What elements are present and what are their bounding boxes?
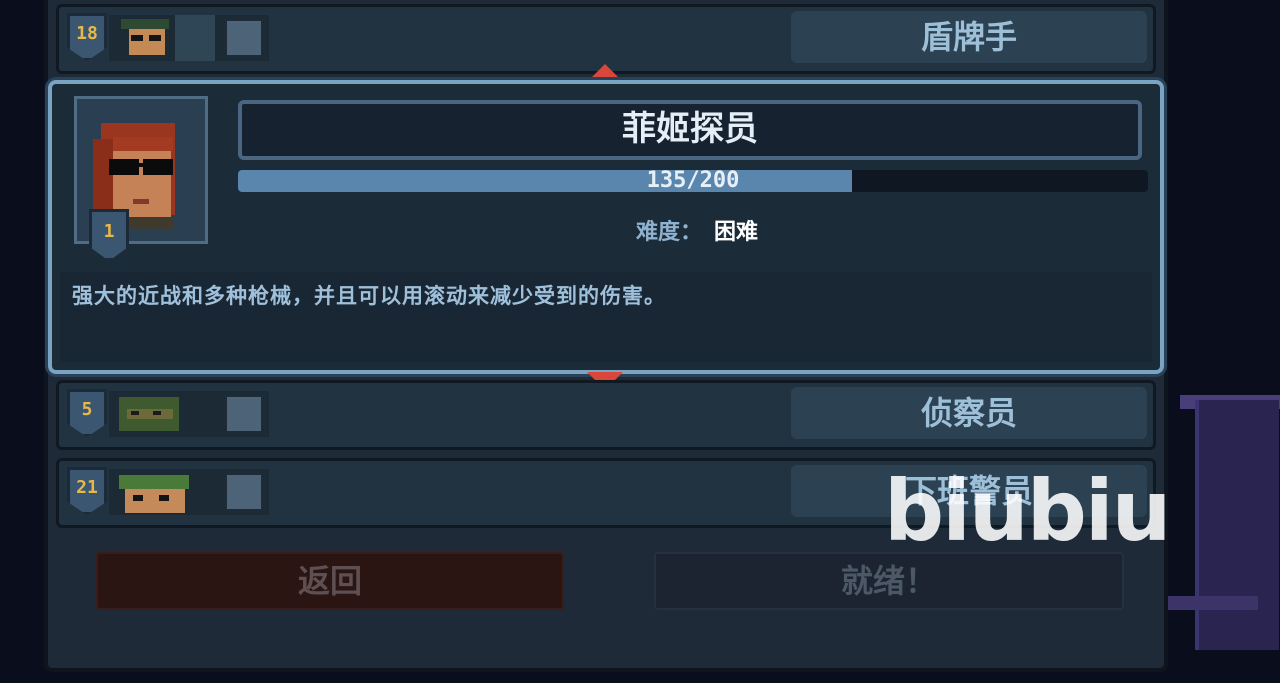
- character-description: 强大的近战和多种枪械，并且可以用滚动来减少受到的伤害。: [72, 284, 666, 308]
- portrait-tile: [225, 395, 263, 433]
- experience-bar: 135/200: [238, 170, 1148, 192]
- ready-button[interactable]: 就绪！: [654, 552, 1124, 610]
- experience-text: 135/200: [646, 168, 740, 193]
- background-ledge: [1168, 596, 1258, 610]
- level-badge: 21: [67, 467, 107, 515]
- selected-character-portrait: 1: [74, 96, 208, 261]
- character-name: 盾牌手: [791, 11, 1147, 63]
- portrait-shield-icon: [109, 15, 221, 61]
- difficulty: 难度： 困难: [636, 214, 758, 246]
- character-name: 侦察员: [791, 387, 1147, 439]
- character-name-title: 菲姬探员: [238, 100, 1142, 160]
- difficulty-label: 难度：: [636, 220, 703, 245]
- character-portrait: [109, 391, 269, 437]
- portrait-cop-icon: [109, 469, 221, 515]
- selected-character-card: 1 菲姬探员 135/200 难度： 困难 强大的近战和多种枪械，并且可以用滚动来…: [48, 80, 1164, 374]
- character-row-scout[interactable]: 5 侦察员: [56, 380, 1156, 450]
- watermark-logo: biubiu: [884, 462, 1171, 560]
- level-badge: 5: [67, 389, 107, 437]
- portrait-scout-icon: [109, 391, 221, 437]
- background-pillar: [1195, 400, 1279, 650]
- portrait-tile: [225, 473, 263, 511]
- character-portrait: [109, 469, 269, 515]
- level-badge: 18: [67, 13, 107, 61]
- description-box: 强大的近战和多种枪械，并且可以用滚动来减少受到的伤害。: [60, 272, 1152, 362]
- portrait-tile: [225, 19, 263, 57]
- level-badge: 1: [89, 209, 129, 261]
- difficulty-value: 困难: [714, 220, 759, 245]
- back-button[interactable]: 返回: [96, 552, 564, 610]
- character-portrait: [109, 15, 269, 61]
